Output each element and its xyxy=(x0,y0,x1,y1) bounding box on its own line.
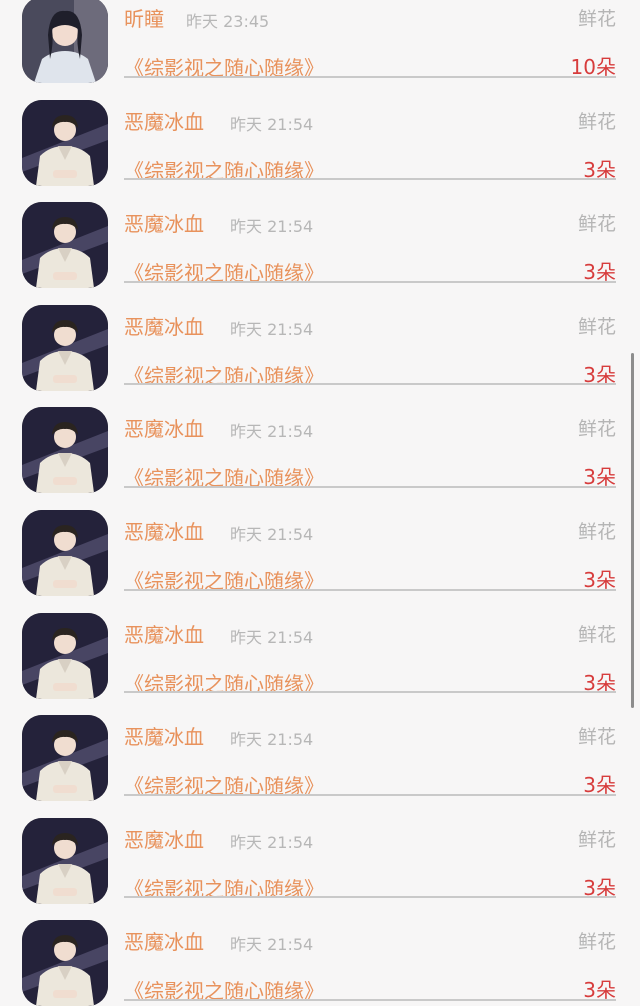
user-name[interactable]: 恶魔冰血 xyxy=(124,721,204,750)
user-name[interactable]: 恶魔冰血 xyxy=(124,824,204,853)
vertical-scrollbar[interactable] xyxy=(631,353,634,708)
man-avatar[interactable] xyxy=(22,612,108,699)
gift-time: 昨天 21:54 xyxy=(230,217,314,237)
man-avatar[interactable] xyxy=(22,99,108,186)
gift-record-row[interactable]: 恶魔冰血 昨天 21:54 鲜花 《综影视之随心随缘》 3朵 xyxy=(0,796,640,904)
man-avatar[interactable] xyxy=(22,304,108,391)
gift-time: 昨天 21:54 xyxy=(230,935,314,955)
gift-record-row[interactable]: 恶魔冰血 昨天 21:54 鲜花 《综影视之随心随缘》 3朵 xyxy=(0,591,640,699)
man-avatar[interactable] xyxy=(22,817,108,904)
gift-record-row[interactable]: 恶魔冰血 昨天 21:54 鲜花 《综影视之随心随缘》 3朵 xyxy=(0,488,640,596)
gift-time: 昨天 21:54 xyxy=(230,730,314,750)
user-name[interactable]: 恶魔冰血 xyxy=(124,413,204,442)
gift-time: 昨天 21:54 xyxy=(230,422,314,442)
gift-record-row[interactable]: 恶魔冰血 昨天 21:54 鲜花 《综影视之随心随缘》 3朵 xyxy=(0,78,640,186)
man-avatar[interactable] xyxy=(22,202,108,289)
gift-type: 鲜花 xyxy=(577,828,616,851)
user-name[interactable]: 恶魔冰血 xyxy=(124,208,204,237)
gift-type: 鲜花 xyxy=(577,315,616,338)
user-name[interactable]: 恶魔冰血 xyxy=(124,926,204,955)
gift-time: 昨天 21:54 xyxy=(230,114,314,134)
gift-type: 鲜花 xyxy=(577,110,616,133)
gift-time: 昨天 21:54 xyxy=(230,319,314,339)
man-avatar[interactable] xyxy=(22,509,108,596)
gift-type: 鲜花 xyxy=(577,623,616,646)
user-name[interactable]: 恶魔冰血 xyxy=(124,106,204,135)
gift-time: 昨天 21:54 xyxy=(230,524,314,544)
gift-record-row[interactable]: 昕瞳 昨天 23:45 鲜花 《综影视之随心随缘》 10朵 xyxy=(0,0,640,83)
gift-type: 鲜花 xyxy=(577,726,616,749)
user-name[interactable]: 昕瞳 xyxy=(124,3,164,32)
man-avatar[interactable] xyxy=(22,407,108,494)
gift-time: 昨天 21:54 xyxy=(230,627,314,647)
row-divider xyxy=(124,998,616,1001)
user-name[interactable]: 恶魔冰血 xyxy=(124,619,204,648)
gift-time: 昨天 23:45 xyxy=(186,12,270,31)
user-name[interactable]: 恶魔冰血 xyxy=(124,311,204,340)
gift-record-row[interactable]: 恶魔冰血 昨天 21:54 鲜花 《综影视之随心随缘》 3朵 xyxy=(0,385,640,494)
gift-record-row[interactable]: 恶魔冰血 昨天 21:54 鲜花 《综影视之随心随缘》 3朵 xyxy=(0,283,640,391)
man-avatar[interactable] xyxy=(22,920,108,1006)
gift-type: 鲜花 xyxy=(577,8,616,30)
gift-record-row[interactable]: 恶魔冰血 昨天 21:54 鲜花 《综影视之随心随缘》 3朵 xyxy=(0,180,640,289)
user-name[interactable]: 恶魔冰血 xyxy=(124,516,204,545)
gift-record-list[interactable]: 昕瞳 昨天 23:45 鲜花 《综影视之随心随缘》 10朵 恶魔冰血 昨天 21… xyxy=(0,0,640,1006)
gift-type: 鲜花 xyxy=(577,213,616,236)
gift-type: 鲜花 xyxy=(577,418,616,441)
man-avatar[interactable] xyxy=(22,715,108,802)
gift-type: 鲜花 xyxy=(577,931,616,954)
gift-record-row[interactable]: 恶魔冰血 昨天 21:54 鲜花 《综影视之随心随缘》 3朵 xyxy=(0,898,640,1006)
gift-type: 鲜花 xyxy=(577,520,616,543)
girl-avatar[interactable] xyxy=(22,0,108,83)
gift-record-row[interactable]: 恶魔冰血 昨天 21:54 鲜花 《综影视之随心随缘》 3朵 xyxy=(0,693,640,802)
gift-time: 昨天 21:54 xyxy=(230,832,314,852)
